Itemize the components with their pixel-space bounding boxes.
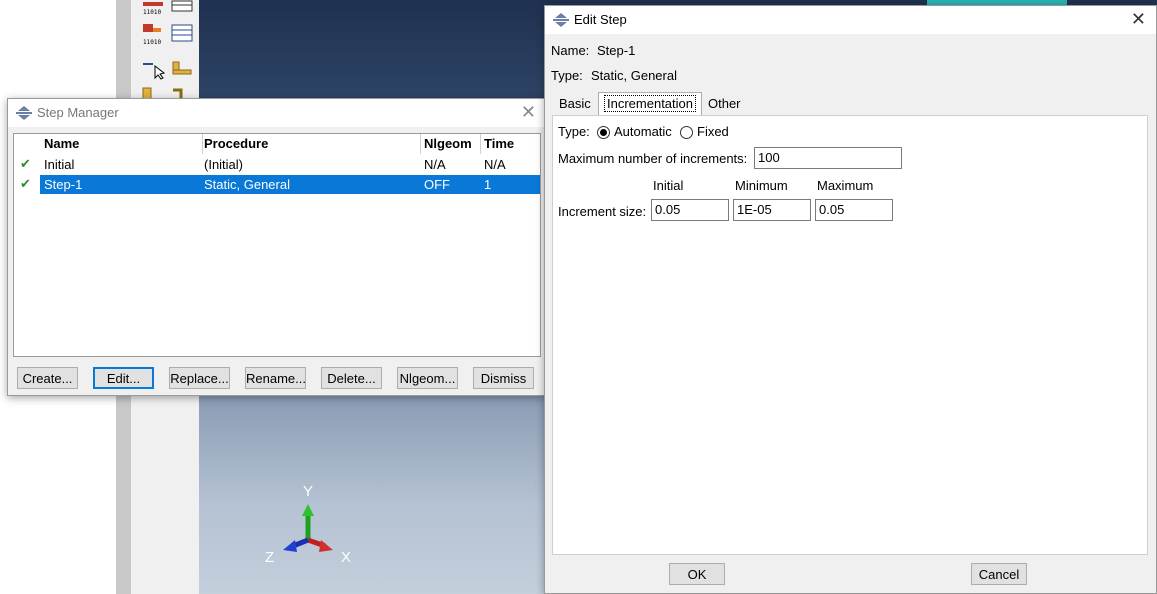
table-manager-icon[interactable]	[171, 24, 193, 44]
close-icon[interactable]: ✕	[521, 102, 536, 123]
edit-step-titlebar[interactable]: Edit Step ✕	[545, 6, 1156, 34]
fixed-radio[interactable]	[680, 126, 693, 139]
step-name: Initial	[44, 157, 75, 172]
increment-type-label: Type:	[558, 124, 590, 139]
edit-button[interactable]: Edit...	[93, 367, 154, 389]
edit-step-dialog: Edit Step ✕ Name: Step-1 Type: Static, G…	[544, 5, 1157, 594]
automatic-label[interactable]: Automatic	[614, 124, 672, 139]
step-manager-titlebar[interactable]: Step Manager ✕	[8, 99, 546, 127]
cancel-button[interactable]: Cancel	[971, 563, 1027, 585]
steps-table[interactable]: Name Procedure Nlgeom Time ✔ Initial (In…	[13, 133, 541, 357]
rename-button[interactable]: Rename...	[245, 367, 306, 389]
edit-step-title: Edit Step	[574, 12, 627, 27]
step-procedure: (Initial)	[204, 157, 244, 172]
tab-basic-label: Basic	[559, 96, 591, 111]
step-manager-title: Step Manager	[37, 105, 119, 120]
step-nlgeom: OFF	[424, 177, 450, 192]
table-header: Name Procedure Nlgeom Time	[14, 134, 540, 154]
check-icon: ✔	[20, 176, 31, 191]
maximum-increment-field[interactable]: 0.05	[815, 199, 893, 221]
svg-text:11010: 11010	[143, 39, 161, 46]
table-tool-icon[interactable]	[171, 0, 193, 20]
axis-z-label: Z	[265, 549, 275, 566]
column-header-name[interactable]: Name	[44, 136, 79, 151]
minimum-column-label: Minimum	[735, 178, 788, 193]
initial-increment-field[interactable]: 0.05	[651, 199, 729, 221]
table-row[interactable]: ✔ Initial (Initial) N/A N/A	[14, 155, 540, 174]
column-header-nlgeom[interactable]: Nlgeom	[424, 136, 472, 151]
column-divider	[480, 134, 481, 154]
replace-button[interactable]: Replace...	[169, 367, 230, 389]
step-time: 1	[484, 177, 492, 192]
column-header-procedure[interactable]: Procedure	[204, 136, 268, 151]
name-value: Step-1	[597, 43, 636, 58]
type-label: Type:	[551, 68, 583, 83]
close-icon[interactable]: ✕	[1131, 9, 1146, 30]
load-tool-icon[interactable]: 11010	[141, 22, 167, 46]
check-icon: ✔	[20, 156, 31, 171]
type-value: Static, General	[591, 68, 677, 83]
selection-highlight	[40, 175, 540, 194]
step-procedure: Static, General	[204, 177, 290, 192]
name-label: Name:	[551, 43, 590, 58]
coordinate-triad: Y X Z	[255, 480, 365, 570]
query-pointer-icon[interactable]	[141, 58, 167, 80]
abaqus-dialog-icon	[553, 13, 569, 27]
step-name: Step-1	[44, 177, 83, 192]
column-divider	[202, 134, 203, 154]
step-manager-dialog: Step Manager ✕ Name Procedure Nlgeom Tim…	[7, 98, 547, 396]
column-header-time[interactable]: Time	[484, 136, 514, 151]
minimum-increment-field[interactable]: 1E-05	[733, 199, 811, 221]
create-button[interactable]: Create...	[17, 367, 78, 389]
step-nlgeom: N/A	[424, 157, 446, 172]
tab-incrementation[interactable]: Incrementation	[598, 92, 702, 116]
fixed-label[interactable]: Fixed	[697, 124, 729, 139]
initial-column-label: Initial	[653, 178, 684, 193]
step-time: N/A	[484, 157, 506, 172]
increment-size-label: Increment size:	[558, 204, 647, 219]
maximum-column-label: Maximum	[817, 178, 874, 193]
nlgeom-button[interactable]: Nlgeom...	[397, 367, 458, 389]
ok-button[interactable]: OK	[669, 563, 725, 585]
interaction-tool-icon[interactable]	[171, 58, 193, 78]
incrementation-panel: Type: Automatic Fixed Maximum number of …	[552, 115, 1148, 555]
tab-basic[interactable]: Basic	[553, 93, 597, 115]
svg-text:11010: 11010	[143, 9, 161, 16]
boundary-condition-tool-icon[interactable]: 11010	[141, 0, 167, 16]
axis-x-label: X	[341, 549, 352, 566]
delete-button[interactable]: Delete...	[321, 367, 382, 389]
dismiss-button[interactable]: Dismiss	[473, 367, 534, 389]
tab-incrementation-label: Incrementation	[604, 95, 696, 112]
abaqus-dialog-icon	[16, 106, 32, 120]
axis-y-label: Y	[303, 483, 314, 500]
automatic-radio[interactable]	[597, 126, 610, 139]
column-divider	[420, 134, 421, 154]
max-increments-label: Maximum number of increments:	[558, 151, 748, 166]
tab-other-label: Other	[708, 96, 741, 111]
table-row-selected[interactable]: ✔ Step-1 Static, General OFF 1	[14, 175, 540, 194]
tab-other[interactable]: Other	[702, 93, 747, 115]
max-increments-field[interactable]: 100	[754, 147, 902, 169]
